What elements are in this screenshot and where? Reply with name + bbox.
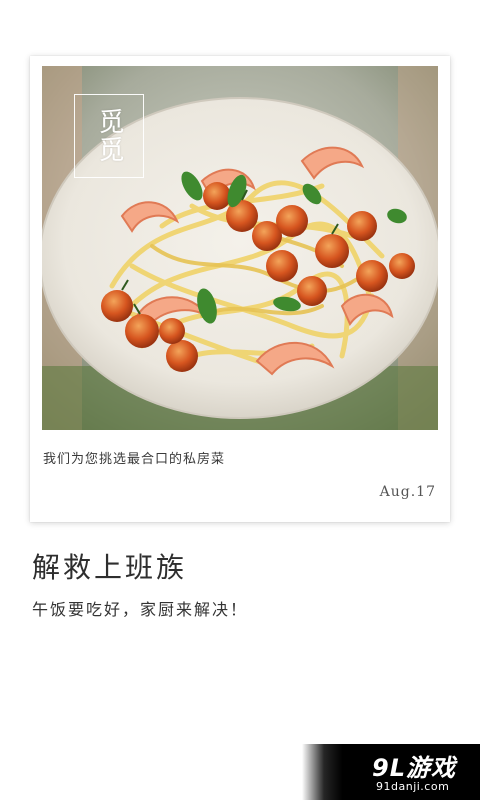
site-watermark: 9L游戏 91danji.com: [302, 744, 480, 800]
card-date: Aug.17: [379, 484, 436, 500]
featured-card[interactable]: 觅觅 我们为您挑选最合口的私房菜 Aug.17: [30, 56, 450, 522]
pasta-dish-photo: 觅觅: [42, 66, 438, 430]
card-caption: 我们为您挑选最合口的私房菜: [43, 452, 226, 467]
brand-logo: 觅觅: [74, 94, 144, 178]
app-page: 觅觅 我们为您挑选最合口的私房菜 Aug.17 解救上班族 午饭要吃好，家厨来解…: [0, 0, 480, 800]
watermark-logo-text: 9L游戏: [372, 754, 456, 782]
page-headline: 解救上班族: [32, 551, 188, 584]
page-subline: 午饭要吃好，家厨来解决！: [32, 600, 249, 619]
brand-logo-text: 觅觅: [94, 108, 124, 164]
watermark-url: 91danji.com: [376, 780, 450, 793]
